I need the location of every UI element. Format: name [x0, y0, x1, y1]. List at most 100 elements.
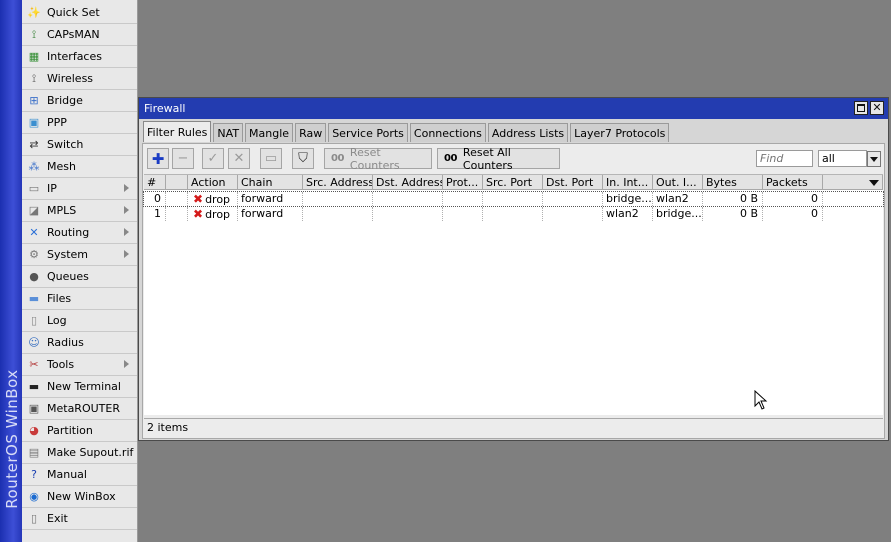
menu-item-quick-set[interactable]: ✨ Quick Set [22, 2, 137, 24]
menu-item-new-winbox[interactable]: ◉ New WinBox [22, 486, 137, 508]
table-row[interactable]: 1 ✖ drop forward wlan2 bridge... 0 B0 [144, 207, 883, 221]
tab-raw[interactable]: Raw [295, 123, 327, 142]
column-header-dst-port[interactable]: Dst. Port [543, 175, 603, 190]
table-row[interactable]: 0 ✖ drop forward bridge... wlan2 0 B0 [143, 191, 884, 207]
maximize-button[interactable] [854, 101, 868, 115]
menu-item-label: Wireless [47, 72, 94, 85]
column-header-chain[interactable]: Chain [238, 175, 303, 190]
menu-item-metarouter[interactable]: ▣ MetaROUTER [22, 398, 137, 420]
close-button[interactable]: ✕ [870, 101, 884, 115]
remove-button[interactable]: − [172, 148, 194, 169]
dropdown-arrow-icon[interactable] [867, 151, 881, 167]
filter-button[interactable]: ⛉ [292, 148, 314, 169]
metarouter-icon: ▣ [28, 401, 40, 415]
menu-item-wireless[interactable]: ⟟ Wireless [22, 68, 137, 90]
menu-item-new-terminal[interactable]: ▬ New Terminal [22, 376, 137, 398]
window-titlebar[interactable]: Firewall ✕ [139, 98, 888, 119]
mouse-cursor-icon [754, 390, 768, 410]
column-header-icon[interactable] [166, 175, 188, 190]
menu-item-exit[interactable]: ▯ Exit [22, 508, 137, 530]
menu-item-ip[interactable]: ▭ IP [22, 178, 137, 200]
drop-icon: ✖ [193, 192, 204, 206]
tab-bar: Filter Rules NAT Mangle Raw Service Ports Con… [143, 121, 671, 143]
column-header-out-interface[interactable]: Out. I... [653, 175, 703, 190]
comment-button[interactable]: ▭ [260, 148, 282, 169]
menu-item-log[interactable]: ▯ Log [22, 310, 137, 332]
filter-select[interactable]: all [818, 150, 867, 167]
cell-src-port [483, 192, 543, 206]
menu-item-label: Files [47, 292, 72, 305]
menu-item-label: Queues [47, 270, 89, 283]
disable-button[interactable]: ✕ [228, 148, 250, 169]
cell-src-port [483, 207, 543, 221]
tab-connections[interactable]: Connections [409, 123, 486, 142]
menu-item-label: Partition [47, 424, 93, 437]
enable-button[interactable]: ✓ [202, 148, 224, 169]
column-header-src-port[interactable]: Src. Port [483, 175, 543, 190]
column-header-in-interface[interactable]: In. Int... [603, 175, 653, 190]
menu-item-system[interactable]: ⚙ System [22, 244, 137, 266]
menu-item-tools[interactable]: ✂ Tools [22, 354, 137, 376]
sidebar: RouterOS WinBox ✨ Quick Set ⟟ CAPsMAN ▦ Inter… [0, 0, 138, 542]
column-header-packets[interactable]: Packets [763, 175, 823, 190]
submenu-arrow-icon [124, 360, 129, 368]
cell-protocol [443, 192, 483, 206]
menu-item-partition[interactable]: ◕ Partition [22, 420, 137, 442]
gear-icon: ⚙ [29, 247, 39, 261]
menu-item-bridge[interactable]: ⊞ Bridge [22, 90, 137, 112]
column-menu-icon[interactable] [869, 180, 879, 186]
menu-item-label: Exit [47, 512, 68, 525]
menu-item-routing[interactable]: ✕ Routing [22, 222, 137, 244]
toolbar: ✚ − ✓ ✕ ▭ ⛉ 00 Reset Counters 00 Reset A… [144, 146, 882, 172]
menu-item-make-supout-rif[interactable]: ▤ Make Supout.rif [22, 442, 137, 464]
rules-table: # Action Chain Src. Address Dst. Address Prot… [143, 174, 884, 415]
tab-service-ports[interactable]: Service Ports [328, 123, 408, 142]
menu-item-queues[interactable]: ● Queues [22, 266, 137, 288]
cell-chain: forward [238, 207, 303, 221]
mesh-icon: ⁂ [28, 159, 40, 173]
column-header-num[interactable]: # [144, 175, 166, 190]
column-header-src-address[interactable]: Src. Address [303, 175, 373, 190]
capsman-icon: ⟟ [31, 27, 37, 41]
column-header-protocol[interactable]: Prot... [443, 175, 483, 190]
tab-filter-rules[interactable]: Filter Rules [143, 121, 212, 142]
tab-address-lists[interactable]: Address Lists [487, 123, 569, 142]
column-header-action[interactable]: Action [188, 175, 238, 190]
brand-text: RouterOS WinBox [3, 369, 21, 509]
menu-item-radius[interactable]: ☺ Radius [22, 332, 137, 354]
cell-out-interface: bridge... [653, 207, 703, 221]
find-input[interactable] [756, 150, 813, 167]
menu-item-ppp[interactable]: ▣ PPP [22, 112, 137, 134]
column-header-dst-address[interactable]: Dst. Address [373, 175, 443, 190]
menu-item-mpls[interactable]: ◪ MPLS [22, 200, 137, 222]
menu-item-label: Switch [47, 138, 84, 151]
supout-icon: ▤ [28, 445, 40, 459]
tab-nat[interactable]: NAT [213, 123, 244, 142]
window-title: Firewall [144, 102, 186, 115]
menu-item-label: CAPsMAN [47, 28, 100, 41]
menu-item-manual[interactable]: ? Manual [22, 464, 137, 486]
menu-item-label: Quick Set [47, 6, 100, 19]
cell-dst-address [373, 192, 443, 206]
reset-counters-button[interactable]: 00 Reset Counters [324, 146, 432, 172]
counter-icon: 00 [444, 153, 457, 164]
menu-item-label: Radius [47, 336, 84, 349]
cell-dst-port [543, 192, 603, 206]
cell-packets: 0 [763, 207, 823, 221]
menu-item-mesh[interactable]: ⁂ Mesh [22, 156, 137, 178]
tab-layer7-protocols[interactable]: Layer7 Protocols [570, 123, 670, 142]
cell-out-interface: wlan2 [653, 192, 703, 206]
menu-item-interfaces[interactable]: ▦ Interfaces [22, 46, 137, 68]
menu-item-label: Bridge [47, 94, 83, 107]
menu-item-label: MetaROUTER [47, 402, 120, 415]
menu-item-switch[interactable]: ⇄ Switch [22, 134, 137, 156]
wand-icon: ✨ [27, 5, 41, 19]
menu-item-files[interactable]: ▬ Files [22, 288, 137, 310]
tab-mangle[interactable]: Mangle [245, 123, 294, 142]
menu-item-capsman[interactable]: ⟟ CAPsMAN [22, 24, 137, 46]
add-button[interactable]: ✚ [147, 148, 169, 169]
cell-action: ✖ drop [166, 207, 238, 221]
reset-all-counters-button[interactable]: 00 Reset All Counters [437, 146, 560, 172]
column-header-bytes[interactable]: Bytes [703, 175, 763, 190]
menu-item-label: New WinBox [47, 490, 116, 503]
